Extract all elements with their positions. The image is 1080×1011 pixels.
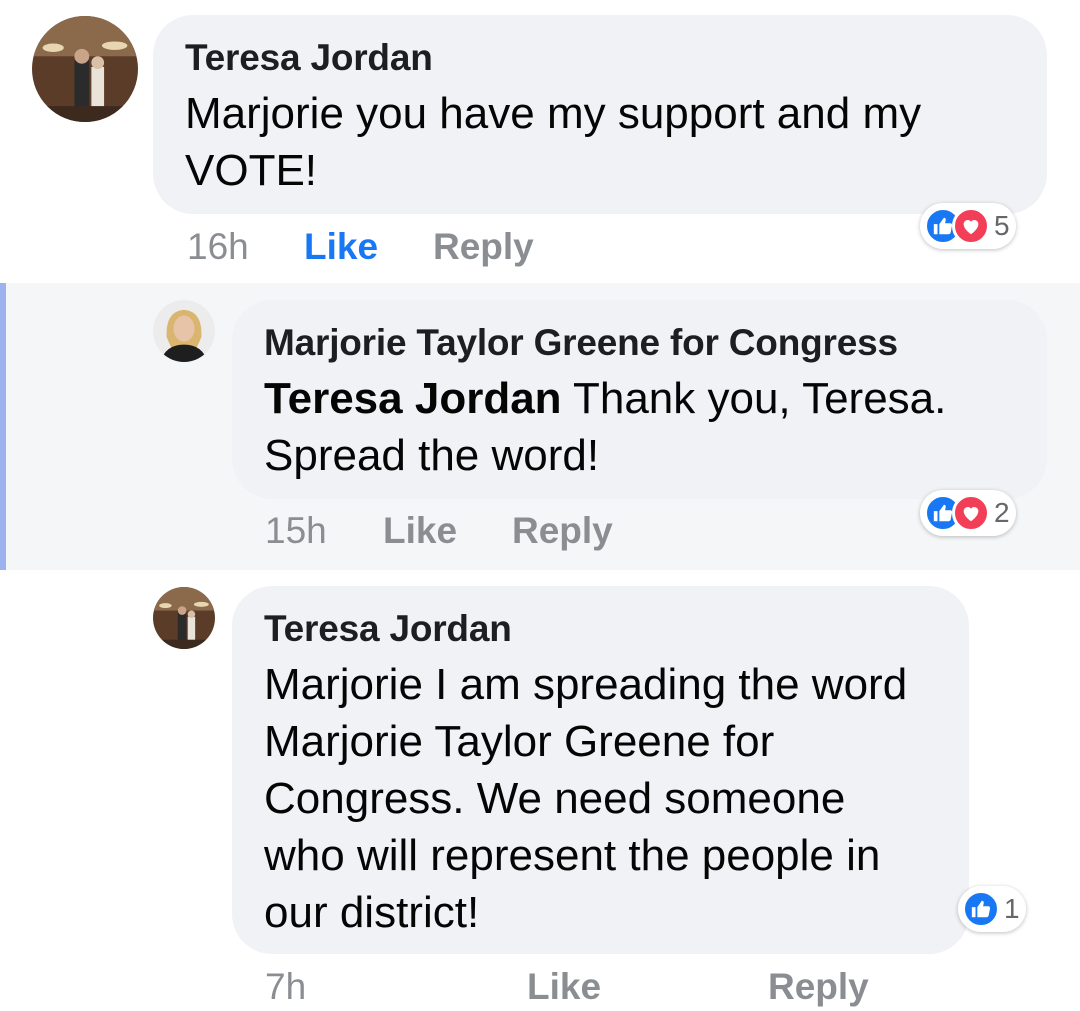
comment-text-line: Teresa Jordan Thank you, Teresa. — [264, 370, 1047, 427]
reply-bubble: Marjorie Taylor Greene for Congress Tere… — [232, 300, 1047, 499]
love-icon — [952, 207, 990, 245]
comment-author[interactable]: Teresa Jordan — [264, 608, 969, 650]
comment-text-line: Spread the word! — [264, 431, 600, 480]
like-button[interactable]: Like — [527, 966, 601, 1008]
comment-text-line: Marjorie you have my support and my — [185, 89, 922, 138]
reactions-summary[interactable]: 5 — [920, 203, 1016, 249]
comment-text-line: VOTE! — [185, 146, 318, 195]
mention-link[interactable]: Teresa Jordan — [264, 374, 562, 423]
reactions-summary[interactable]: 2 — [920, 490, 1016, 536]
reply-button[interactable]: Reply — [512, 510, 613, 552]
comment-text-line: our district! — [264, 888, 480, 937]
like-button[interactable]: Like — [383, 510, 457, 552]
reaction-count: 2 — [994, 497, 1010, 528]
like-icon — [962, 890, 1000, 928]
avatar[interactable] — [32, 16, 138, 122]
comment-time[interactable]: 7h — [265, 966, 306, 1008]
comment-text-line: who will represent the people in — [264, 831, 881, 880]
comment-text: Thank you, Teresa. — [561, 374, 947, 423]
comment-author[interactable]: Teresa Jordan — [185, 37, 1047, 79]
reaction-count: 5 — [994, 210, 1010, 241]
reactions-summary[interactable]: 1 — [958, 886, 1026, 932]
reaction-count: 1 — [1004, 893, 1020, 924]
love-icon — [952, 494, 990, 532]
avatar[interactable] — [153, 587, 215, 649]
comment-text-line: Marjorie I am spreading the word — [264, 660, 908, 709]
profile-photo-icon — [32, 16, 138, 122]
like-button[interactable]: Like — [304, 226, 378, 268]
comment-text-line: Congress. We need someone — [264, 774, 846, 823]
avatar[interactable] — [153, 300, 215, 362]
comment-bubble: Teresa Jordan Marjorie you have my suppo… — [153, 15, 1047, 214]
comment-time[interactable]: 16h — [187, 226, 249, 268]
comment-author[interactable]: Marjorie Taylor Greene for Congress — [264, 322, 1047, 364]
reply-bubble: Teresa Jordan Marjorie I am spreading th… — [232, 586, 969, 954]
comment-text-line: Marjorie Taylor Greene for — [264, 717, 775, 766]
reply-button[interactable]: Reply — [768, 966, 869, 1008]
comment-time[interactable]: 15h — [265, 510, 327, 552]
reply-button[interactable]: Reply — [433, 226, 534, 268]
profile-photo-icon — [153, 587, 215, 649]
profile-photo-icon — [153, 300, 215, 362]
